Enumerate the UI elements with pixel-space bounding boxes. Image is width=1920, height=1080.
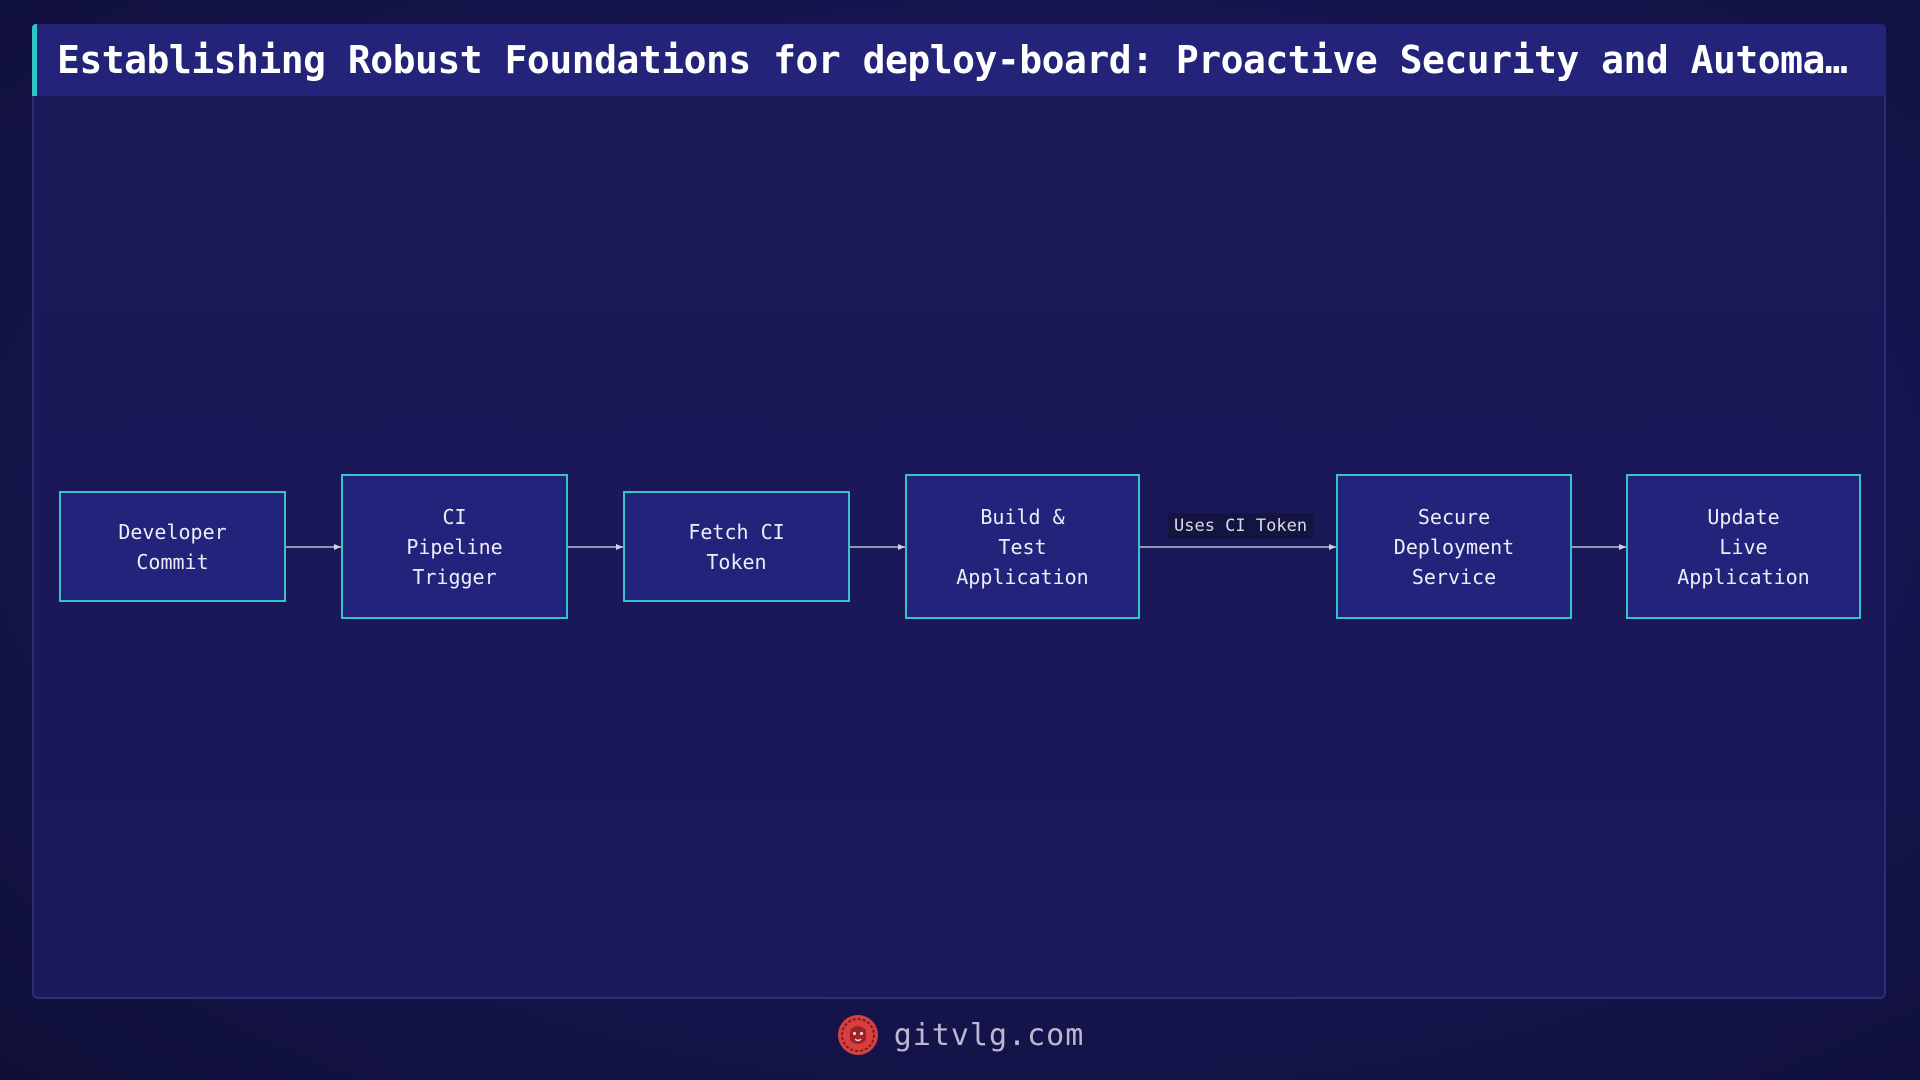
node-update-live-application: Update Live Application bbox=[1626, 474, 1861, 619]
node-build-test-application: Build & Test Application bbox=[905, 474, 1140, 619]
node-fetch-ci-token: Fetch CI Token bbox=[623, 491, 850, 602]
edge-label-uses-ci-token: Uses CI Token bbox=[1168, 513, 1314, 539]
node-developer-commit: Developer Commit bbox=[59, 491, 286, 602]
node-secure-deployment-service: Secure Deployment Service bbox=[1336, 474, 1572, 619]
lion-head-icon bbox=[837, 1015, 878, 1055]
node-ci-pipeline-trigger: CI Pipeline Trigger bbox=[341, 474, 568, 619]
footer-site[interactable]: gitvlg.com bbox=[894, 1018, 1085, 1053]
footer: gitvlg.com bbox=[0, 1010, 1920, 1060]
